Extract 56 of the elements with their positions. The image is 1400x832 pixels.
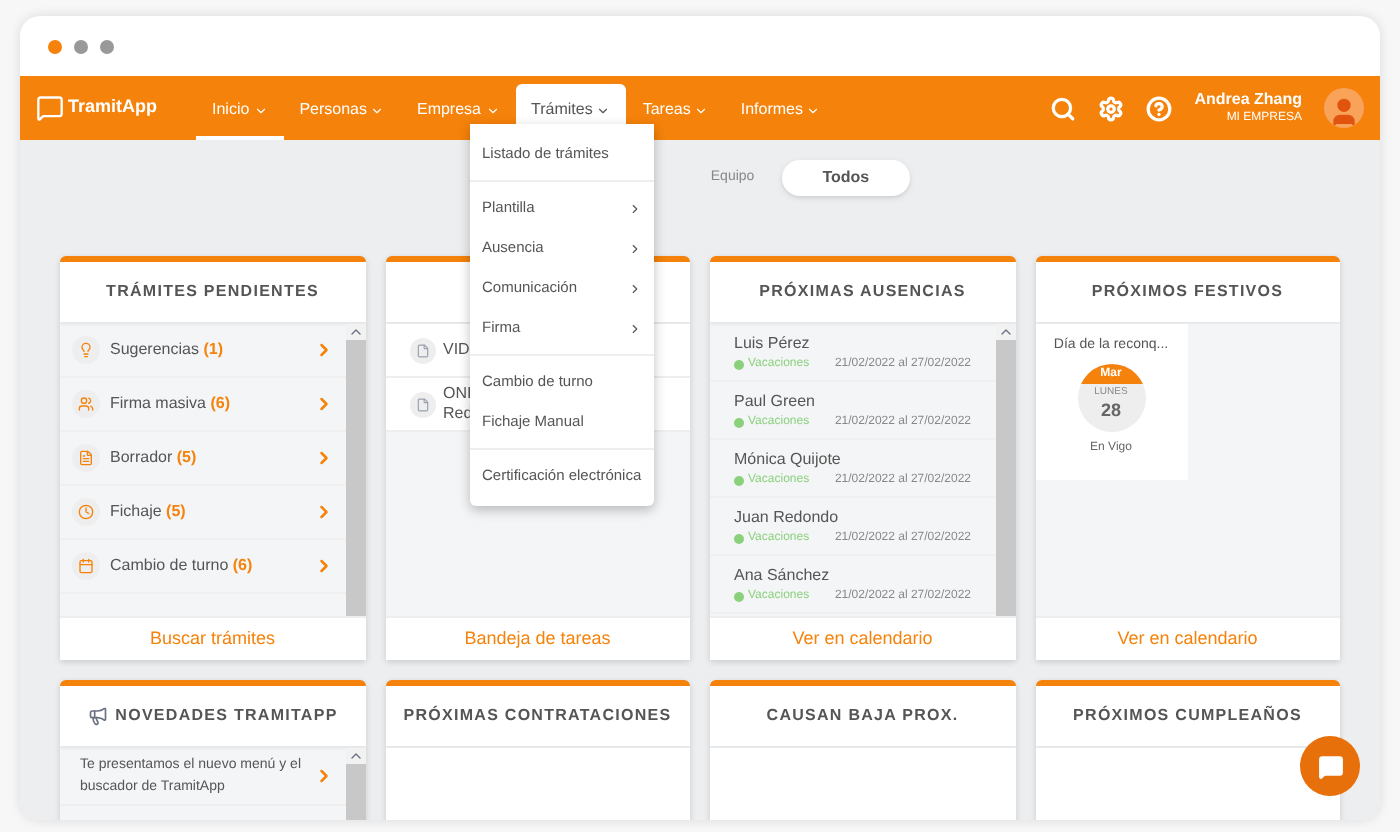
- item-icon: [72, 390, 100, 418]
- card-title: TRÁMITES PENDIENTES: [106, 280, 319, 304]
- employee-name: Juan Redondo: [734, 505, 841, 529]
- list-item[interactable]: Cambio de turno (6): [60, 540, 345, 594]
- item-icon: [72, 336, 100, 364]
- item-icon: [72, 444, 100, 472]
- avatar[interactable]: [1324, 88, 1364, 128]
- item-label: Firma masiva (6): [110, 392, 233, 416]
- item-icon: [72, 552, 100, 580]
- list-item[interactable]: Borrador (5): [60, 432, 345, 486]
- submenu-chevron-icon: [628, 241, 642, 255]
- search-icon[interactable]: [1050, 95, 1077, 121]
- task-text: VID: [443, 340, 470, 360]
- task-icon: [409, 391, 435, 417]
- help-icon[interactable]: [1146, 95, 1173, 121]
- employee-name: Paul Green: [734, 389, 817, 413]
- item-label: Sugerencias (1): [110, 338, 225, 362]
- card-title: PRÓXIMOS CUMPLEAÑOS: [1073, 704, 1302, 728]
- chevron-down-icon: [253, 103, 268, 117]
- chevron-down-icon: [370, 103, 385, 117]
- list-item[interactable]: Firma masiva (6): [60, 378, 345, 432]
- scroll-up-icon[interactable]: [347, 324, 363, 340]
- submenu-chevron-icon: [628, 321, 642, 335]
- submenu-chevron-icon: [628, 201, 642, 215]
- settings-icon[interactable]: [1098, 95, 1125, 121]
- employee-name: Ana Sánchez: [734, 563, 832, 587]
- chat-icon: [1317, 753, 1343, 779]
- scroll-up-icon[interactable]: [347, 748, 363, 764]
- employee-name: Luis Pérez: [734, 331, 812, 355]
- card-title: PRÓXIMOS FESTIVOS: [1091, 280, 1284, 304]
- list-item[interactable]: Fichaje (5): [60, 486, 345, 540]
- chevron-down-icon: [806, 103, 821, 117]
- filter-tab[interactable]: Todos: [782, 160, 910, 196]
- task-text: ONI: [443, 384, 473, 404]
- item-label: Fichaje (5): [110, 500, 188, 524]
- submenu-chevron-icon: [628, 281, 642, 295]
- card-title: PRÓXIMAS CONTRATACIONES: [403, 704, 672, 728]
- employee-name: Mónica Quijote: [734, 447, 843, 471]
- holiday-day: 28: [1100, 399, 1121, 419]
- list-item[interactable]: Sugerencias (1): [60, 324, 345, 378]
- item-label: Borrador (5): [110, 446, 199, 470]
- chevron-down-icon: [694, 103, 709, 117]
- scrollbar[interactable]: [995, 324, 1015, 616]
- item-icon: [72, 498, 100, 526]
- card-title: CAUSAN BAJA PROX.: [766, 704, 959, 728]
- user-name: Andrea Zhang: [1194, 90, 1302, 110]
- task-icon: [409, 337, 435, 363]
- card-title: NOVEDADES TRAMITAPP: [115, 704, 338, 728]
- item-label: Cambio de turno (6): [110, 554, 255, 578]
- megaphone-icon: [87, 706, 108, 726]
- scrollbar[interactable]: [345, 324, 365, 616]
- chevron-down-icon: [485, 103, 499, 117]
- scroll-up-icon[interactable]: [997, 324, 1013, 340]
- logo-icon: [36, 94, 64, 122]
- chevron-down-icon: [596, 103, 611, 117]
- card-title: PRÓXIMAS AUSENCIAS: [759, 280, 966, 304]
